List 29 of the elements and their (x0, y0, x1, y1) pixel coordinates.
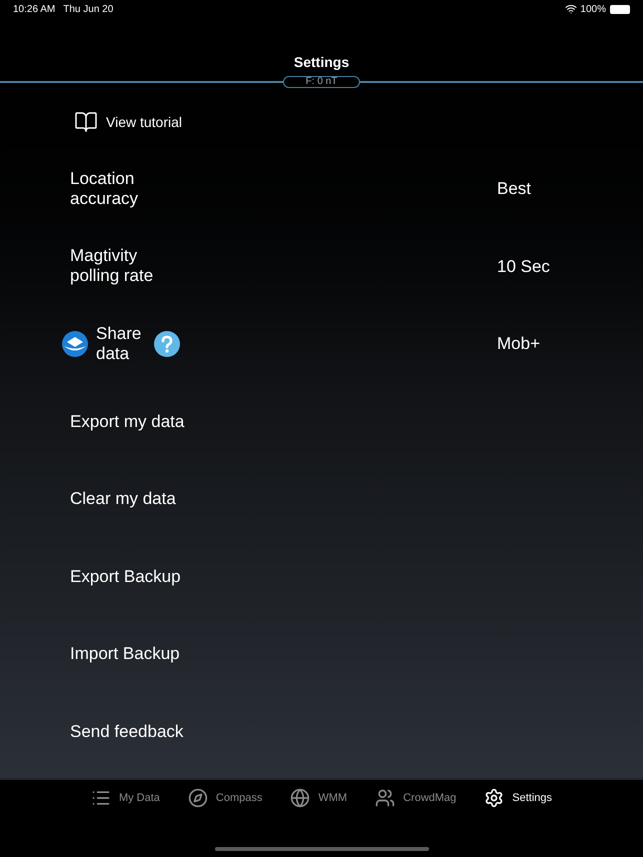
action-button[interactable]: Export Backup (70, 564, 181, 589)
action-button[interactable]: Clear my data (70, 486, 176, 512)
people-icon (375, 788, 396, 808)
battery-percent: 100% (580, 2, 606, 16)
globe-icon (290, 788, 310, 808)
view-tutorial-button[interactable]: View tutorial (106, 112, 182, 132)
battery-icon (610, 4, 630, 14)
setting-value[interactable]: Mob+ (497, 331, 540, 356)
tab[interactable]: Settings (470, 788, 566, 808)
action-button[interactable]: Export my data (70, 408, 184, 434)
tab[interactable]: WMM (276, 788, 362, 808)
setting-label[interactable]: Share data (96, 324, 146, 364)
settings-icon (484, 788, 504, 808)
setting-label[interactable]: Magtivity polling rate (70, 246, 170, 286)
status-time: 10:26 AM (13, 2, 56, 16)
compass-icon (188, 788, 208, 808)
tab[interactable]: CrowdMag (361, 788, 470, 808)
tab[interactable]: Compass (174, 788, 276, 808)
field-reading: F: 0 nT (282, 76, 360, 88)
setting-label[interactable]: Location accuracy (70, 168, 170, 209)
status-date: Thu Jun 20 (63, 2, 114, 16)
setting-value[interactable]: 10 Sec (497, 254, 550, 279)
setting-value[interactable]: Best (497, 176, 532, 202)
help-icon[interactable] (154, 330, 180, 357)
page-title: Settings (294, 53, 350, 72)
tab[interactable]: My Data (76, 788, 174, 808)
logo-icon (62, 330, 88, 357)
action-button[interactable]: Send feedback (70, 718, 184, 744)
action-button[interactable]: Import Backup (70, 641, 180, 666)
